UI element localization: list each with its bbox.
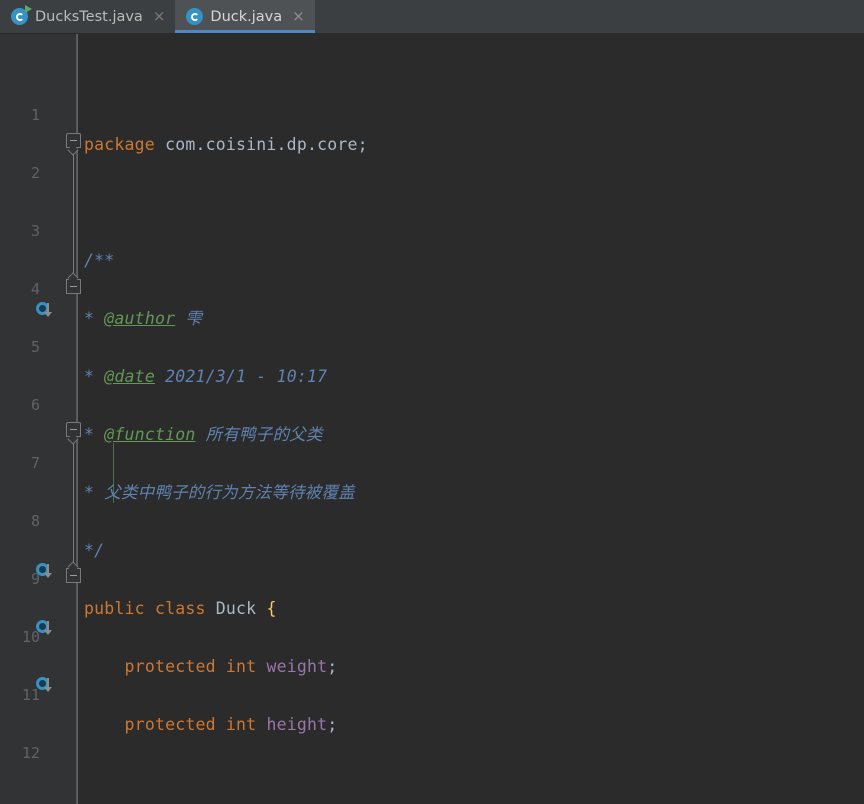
line-number: 11	[21, 686, 40, 704]
tab-label: DucksTest.java	[35, 8, 143, 25]
editor-line[interactable]: 8 */	[0, 478, 864, 560]
editor-line[interactable]: 13 public Duck(int weight, int height) {	[0, 768, 864, 804]
code-editor[interactable]: 1 package com.coisini.dp.core; 2 3 /** 4…	[0, 34, 864, 804]
editor-line[interactable]: 6 * @function 所有鸭子的父类	[0, 362, 864, 444]
line-number: 1	[30, 106, 40, 124]
line-number: 3	[30, 222, 40, 240]
editor-line[interactable]: 5 * @date 2021/3/1 - 10:17	[0, 304, 864, 386]
editor-line[interactable]: 7 * 父类中鸭子的行为方法等待被覆盖	[0, 420, 864, 502]
editor-line[interactable]: 4 * @author 雫	[0, 246, 864, 328]
editor-line[interactable]: 9 public class Duck {	[0, 536, 864, 618]
tab-duck-java[interactable]: Duck.java ×	[175, 0, 315, 33]
line-number: 9	[30, 570, 40, 588]
tab-duckstest-java[interactable]: DucksTest.java ×	[0, 0, 175, 33]
line-number: 10	[21, 628, 40, 646]
editor-line[interactable]: 2	[0, 130, 864, 182]
editor-line[interactable]: 11 protected int height;	[0, 652, 864, 734]
editor-line[interactable]: 10 protected int weight;	[0, 594, 864, 676]
code-fold-toggle[interactable]	[66, 272, 81, 294]
java-test-class-icon	[11, 5, 32, 25]
line-number: 2	[30, 164, 40, 182]
editor-tab-bar: DucksTest.java × Duck.java ×	[0, 0, 864, 34]
java-class-icon	[186, 8, 204, 25]
editor-line[interactable]: 1 package com.coisini.dp.core;	[0, 72, 864, 154]
editor-line[interactable]: 12	[0, 710, 864, 762]
line-number: 8	[30, 512, 40, 530]
line-number: 7	[30, 454, 40, 472]
line-number: 12	[21, 744, 40, 762]
tab-label: Duck.java	[210, 8, 283, 25]
line-number: 5	[30, 338, 40, 356]
editor-line[interactable]: 3 /**	[0, 188, 864, 270]
line-number: 6	[30, 396, 40, 414]
tab-close-icon[interactable]: ×	[153, 9, 166, 24]
line-number: 4	[30, 280, 40, 298]
line-number: 13	[0, 797, 40, 804]
code-fold-toggle[interactable]	[66, 561, 81, 583]
tab-close-icon[interactable]: ×	[292, 9, 305, 24]
